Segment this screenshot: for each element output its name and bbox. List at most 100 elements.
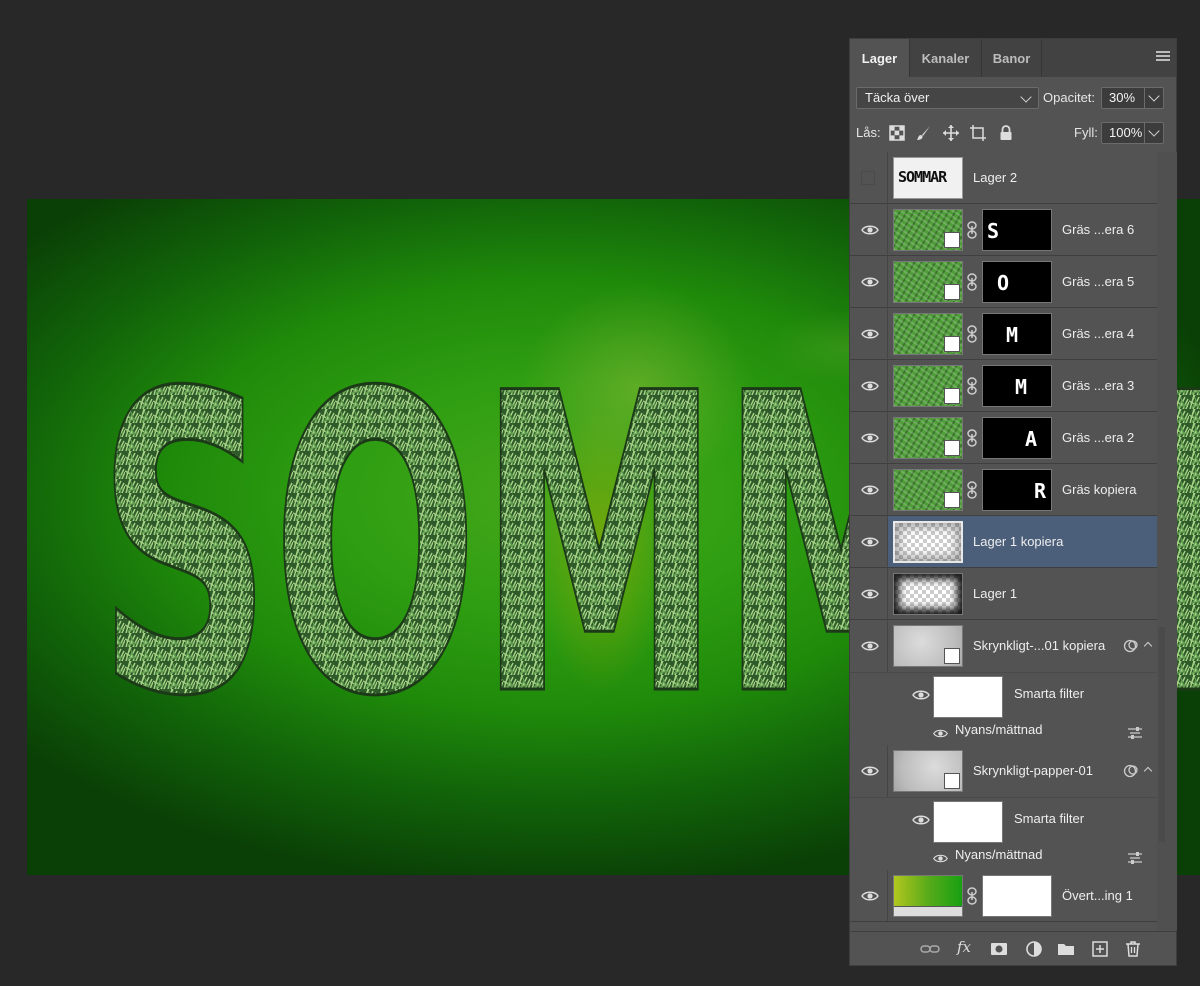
mask-letter: R — [1034, 479, 1047, 503]
opacity-dropdown[interactable] — [1144, 88, 1163, 108]
layer-row[interactable]: Lager 1 — [850, 568, 1157, 620]
layer-row[interactable]: SOMMAR Lager 2 — [850, 152, 1157, 204]
layer-thumbnail — [893, 313, 963, 355]
visibility-toggle[interactable] — [850, 516, 888, 567]
mask-letter: M — [1006, 323, 1019, 347]
fill-field[interactable]: 100% — [1101, 122, 1164, 144]
filter-blending-options-icon[interactable] — [1127, 726, 1143, 740]
layer-name: Övert...ing 1 — [1062, 888, 1133, 903]
layer-row[interactable]: A Gräs ...era 2 — [850, 412, 1157, 464]
visibility-toggle[interactable] — [850, 745, 888, 797]
lock-artboard-icon[interactable] — [970, 125, 986, 141]
eye-icon[interactable] — [932, 725, 949, 742]
layer-mask-thumbnail[interactable]: R — [982, 469, 1052, 511]
filter-name: Nyans/mättnad — [955, 722, 1043, 737]
filter-name: Nyans/mättnad — [955, 847, 1043, 862]
tab-lager[interactable]: Lager — [850, 39, 910, 77]
eye-icon[interactable] — [911, 810, 931, 830]
layer-name: Skrynkligt-papper-01 — [973, 763, 1093, 778]
new-group-icon[interactable] — [1056, 939, 1076, 959]
eye-icon[interactable] — [911, 685, 931, 705]
link-icon[interactable] — [965, 481, 979, 499]
visibility-toggle[interactable] — [850, 620, 888, 672]
visibility-toggle[interactable] — [850, 870, 888, 921]
lock-all-icon[interactable] — [998, 125, 1014, 141]
panel-footer: fx — [850, 931, 1176, 965]
smart-filters-group: Smarta filter Nyans/mättnad — [850, 797, 1157, 870]
panel-tabs: Lager Kanaler Banor — [850, 39, 1176, 77]
chevron-up-icon[interactable] — [1143, 766, 1153, 776]
layer-mask-thumbnail[interactable]: O — [982, 261, 1052, 303]
visibility-toggle[interactable] — [850, 204, 888, 255]
eye-icon[interactable] — [932, 850, 949, 867]
lock-position-icon[interactable] — [943, 125, 959, 141]
layer-row[interactable]: O Gräs ...era 5 — [850, 256, 1157, 308]
visibility-toggle[interactable] — [850, 152, 888, 203]
layer-row-selected[interactable]: Lager 1 kopiera — [850, 516, 1157, 568]
layer-name: Lager 2 — [973, 170, 1018, 185]
chevron-down-icon — [1148, 125, 1160, 137]
smart-filters-label: Smarta filter — [1014, 686, 1085, 701]
eye-icon — [861, 381, 879, 391]
link-icon[interactable] — [965, 887, 979, 905]
layer-list-scrollbar[interactable] — [1157, 152, 1177, 930]
visibility-toggle[interactable] — [850, 464, 888, 515]
visibility-toggle[interactable] — [850, 256, 888, 307]
link-icon[interactable] — [965, 429, 979, 447]
adjustment-layer-icon[interactable] — [1024, 939, 1044, 959]
smart-filters-indicator-icon — [1123, 764, 1138, 778]
add-mask-icon[interactable] — [989, 939, 1009, 959]
layer-row[interactable]: S Gräs ...era 6 — [850, 204, 1157, 256]
layer-row[interactable]: M Gräs ...era 4 — [850, 308, 1157, 360]
trash-icon[interactable] — [1123, 939, 1143, 959]
layer-name: Gräs ...era 2 — [1062, 430, 1135, 445]
layer-row[interactable]: Skrynkligt-papper-01 Smarta filter Nyans… — [850, 745, 1157, 870]
layer-name: Skrynkligt-...01 kopiera — [973, 638, 1106, 653]
blend-mode-select[interactable]: Täcka över — [856, 87, 1039, 109]
visibility-toggle[interactable] — [850, 568, 888, 619]
link-icon[interactable] — [965, 273, 979, 291]
smart-object-icon — [944, 492, 960, 508]
layer-mask-thumbnail[interactable]: A — [982, 417, 1052, 459]
eye-icon — [861, 277, 879, 287]
fx-icon[interactable]: fx — [957, 938, 977, 958]
chevron-up-icon[interactable] — [1143, 641, 1153, 651]
filter-blending-options-icon[interactable] — [1127, 851, 1143, 865]
layer-row[interactable]: M Gräs ...era 3 — [850, 360, 1157, 412]
layer-row[interactable]: R Gräs kopiera — [850, 464, 1157, 516]
smart-object-icon — [944, 773, 960, 789]
layer-mask-thumbnail[interactable]: S — [982, 209, 1052, 251]
layer-row[interactable]: Skrynkligt-...01 kopiera Smarta filter N… — [850, 620, 1157, 745]
panel-menu-icon[interactable] — [1156, 51, 1170, 63]
link-icon[interactable] — [965, 221, 979, 239]
link-icon[interactable] — [965, 325, 979, 343]
layer-row[interactable]: Övert...ing 1 — [850, 870, 1157, 922]
layer-thumbnail — [893, 750, 963, 792]
opacity-value: 30% — [1109, 90, 1136, 105]
smart-object-icon — [944, 336, 960, 352]
fill-dropdown[interactable] — [1144, 123, 1163, 143]
layer-name: Gräs ...era 6 — [1062, 222, 1135, 237]
tab-kanaler[interactable]: Kanaler — [910, 39, 982, 77]
layer-name: Lager 1 — [973, 586, 1018, 601]
layer-mask-thumbnail[interactable] — [982, 875, 1052, 917]
layer-thumbnail — [893, 573, 963, 615]
layer-mask-thumbnail[interactable]: M — [982, 313, 1052, 355]
layer-mask-thumbnail[interactable]: M — [982, 365, 1052, 407]
visibility-toggle[interactable] — [850, 308, 888, 359]
link-layers-icon[interactable] — [920, 939, 940, 959]
tab-banor[interactable]: Banor — [982, 39, 1042, 77]
lock-transparent-pixels-icon[interactable] — [889, 125, 905, 141]
smart-filter-mask[interactable] — [933, 676, 1003, 718]
lock-image-pixels-icon[interactable] — [916, 125, 932, 141]
opacity-field[interactable]: 30% — [1101, 87, 1164, 109]
visibility-toggle[interactable] — [850, 412, 888, 463]
new-layer-icon[interactable] — [1090, 939, 1110, 959]
eye-icon — [861, 589, 879, 599]
smart-object-icon — [944, 284, 960, 300]
gradient-bar-icon — [894, 906, 962, 916]
link-icon[interactable] — [965, 377, 979, 395]
eye-icon — [861, 537, 879, 547]
visibility-toggle[interactable] — [850, 360, 888, 411]
smart-filter-mask[interactable] — [933, 801, 1003, 843]
